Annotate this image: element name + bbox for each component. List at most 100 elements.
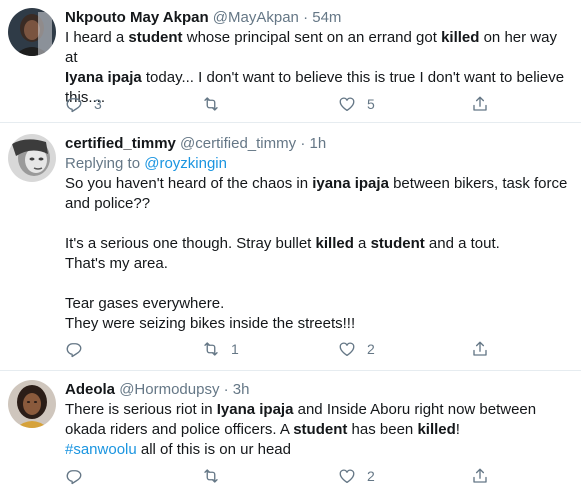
tweet-text: So you haven't heard of the chaos in iya… <box>65 174 573 334</box>
like-button[interactable]: 5 <box>338 94 375 114</box>
retweet-button[interactable] <box>202 94 231 114</box>
tweet-actions: 1 2 <box>0 339 581 359</box>
like-button[interactable]: 2 <box>338 339 375 359</box>
reply-icon <box>65 467 83 485</box>
separator-dot: · <box>303 9 309 26</box>
like-button[interactable]: 2 <box>338 466 375 486</box>
avatar[interactable] <box>8 8 56 56</box>
user-handle[interactable]: @Hormodupsy <box>119 381 219 398</box>
text-segment: It's a serious one though. Stray bullet <box>65 235 316 252</box>
tweet-text-line: I heard a student whose principal sent o… <box>65 28 573 68</box>
highlighted-keyword: student <box>128 29 183 46</box>
heart-icon <box>338 340 356 358</box>
retweet-count: 1 <box>231 341 239 357</box>
highlighted-keyword: iyana ipaja <box>312 175 389 192</box>
heart-icon <box>338 95 356 113</box>
tweet-text: There is serious riot in Iyana ipaja and… <box>65 400 573 460</box>
avatar[interactable] <box>8 380 56 428</box>
like-count: 2 <box>367 468 375 484</box>
share-icon <box>471 340 489 358</box>
text-segment: There is serious riot in <box>65 401 217 418</box>
text-segment: a <box>353 235 371 252</box>
tweet-text-line: That's my area. <box>65 254 573 274</box>
separator-dot: · <box>223 381 229 398</box>
reply-button[interactable]: 3 <box>65 94 102 114</box>
like-count: 2 <box>367 341 375 357</box>
heart-icon <box>338 467 356 485</box>
reply-count: 3 <box>94 96 102 112</box>
share-button[interactable] <box>471 94 489 114</box>
tweet[interactable]: Nkpouto May Akpan @MayAkpan · 54m I hear… <box>0 0 581 123</box>
tweet[interactable]: certified_timmy @certified_timmy · 1h Re… <box>0 124 581 371</box>
retweet-button[interactable] <box>202 466 231 486</box>
reply-icon <box>65 340 83 358</box>
separator-dot: · <box>300 135 306 152</box>
share-button[interactable] <box>471 466 489 486</box>
text-segment: has been <box>347 421 418 438</box>
highlighted-keyword: killed <box>417 421 456 438</box>
highlighted-keyword: student <box>293 421 348 438</box>
text-segment: So you haven't heard of the chaos in <box>65 175 313 192</box>
highlighted-keyword: student <box>370 235 425 252</box>
share-button[interactable] <box>471 339 489 359</box>
tweet[interactable]: Adeola @Hormodupsy · 3h There is serious… <box>0 372 581 494</box>
text-segment: today... I don't want to believe this is… <box>141 69 565 86</box>
reply-icon <box>65 95 83 113</box>
tweet-header: certified_timmy @certified_timmy · 1h <box>65 134 573 154</box>
tweet-actions: 2 <box>0 466 581 486</box>
reply-button[interactable] <box>65 466 94 486</box>
highlighted-keyword: killed <box>315 235 354 252</box>
avatar-image <box>8 380 56 428</box>
tweet-text-line: There is serious riot in Iyana ipaja and… <box>65 400 573 420</box>
tweet-text-line: Iyana ipaja today... I don't want to bel… <box>65 68 573 88</box>
tweet-text-line <box>65 274 573 294</box>
tweet-text-line: So you haven't heard of the chaos in iya… <box>65 174 573 194</box>
display-name[interactable]: Nkpouto May Akpan <box>65 9 209 26</box>
share-icon <box>471 95 489 113</box>
display-name[interactable]: certified_timmy <box>65 135 176 152</box>
tweet-text-line: okada riders and police officers. A stud… <box>65 420 573 440</box>
display-name[interactable]: Adeola <box>65 381 115 398</box>
replying-to: Replying to @royzkingin <box>65 154 573 174</box>
tweet-actions: 3 5 <box>0 94 581 114</box>
user-handle[interactable]: @certified_timmy <box>180 135 296 152</box>
tweet-header: Nkpouto May Akpan @MayAkpan · 54m <box>65 8 573 28</box>
text-segment: Tear gases everywhere. <box>65 295 225 312</box>
avatar[interactable] <box>8 134 56 182</box>
tweet-feed: Nkpouto May Akpan @MayAkpan · 54m I hear… <box>0 0 581 494</box>
text-segment: all of this is on ur head <box>136 441 291 458</box>
retweet-icon <box>202 467 220 485</box>
user-handle[interactable]: @MayAkpan <box>213 9 299 26</box>
hashtag-link[interactable]: #sanwoolu <box>65 441 137 458</box>
highlighted-keyword: Iyana ipaja <box>65 69 142 86</box>
text-segment: They were seizing bikes inside the stree… <box>65 315 356 332</box>
timestamp[interactable]: 54m <box>312 9 341 26</box>
text-segment: and police?? <box>65 195 151 212</box>
retweet-icon <box>202 95 220 113</box>
text-segment: and a tout. <box>424 235 500 252</box>
timestamp[interactable]: 3h <box>233 381 250 398</box>
tweet-text-line: They were seizing bikes inside the stree… <box>65 314 573 334</box>
replying-to-label: Replying to <box>65 155 145 172</box>
tweet-header: Adeola @Hormodupsy · 3h <box>65 380 573 400</box>
tweet-text-line: #sanwoolu all of this is on ur head <box>65 440 573 460</box>
text-segment: between bikers, task force <box>388 175 568 192</box>
highlighted-keyword: killed <box>441 29 480 46</box>
reply-button[interactable] <box>65 339 94 359</box>
like-count: 5 <box>367 96 375 112</box>
avatar-image <box>8 134 56 182</box>
highlighted-keyword: Iyana ipaja <box>216 401 294 418</box>
text-segment: whose principal sent on an errand got <box>182 29 442 46</box>
share-icon <box>471 467 489 485</box>
timestamp[interactable]: 1h <box>309 135 326 152</box>
tweet-text-line: and police?? <box>65 194 573 214</box>
text-segment: ! <box>455 421 460 438</box>
retweet-icon <box>202 340 220 358</box>
tweet-text-line: It's a serious one though. Stray bullet … <box>65 234 573 254</box>
tweet-text-line <box>65 214 573 234</box>
text-segment: I heard a <box>65 29 129 46</box>
replying-to-mention[interactable]: @royzkingin <box>144 155 227 172</box>
tweet-text-line: Tear gases everywhere. <box>65 294 573 314</box>
text-segment: That's my area. <box>65 255 168 272</box>
retweet-button[interactable]: 1 <box>202 339 239 359</box>
